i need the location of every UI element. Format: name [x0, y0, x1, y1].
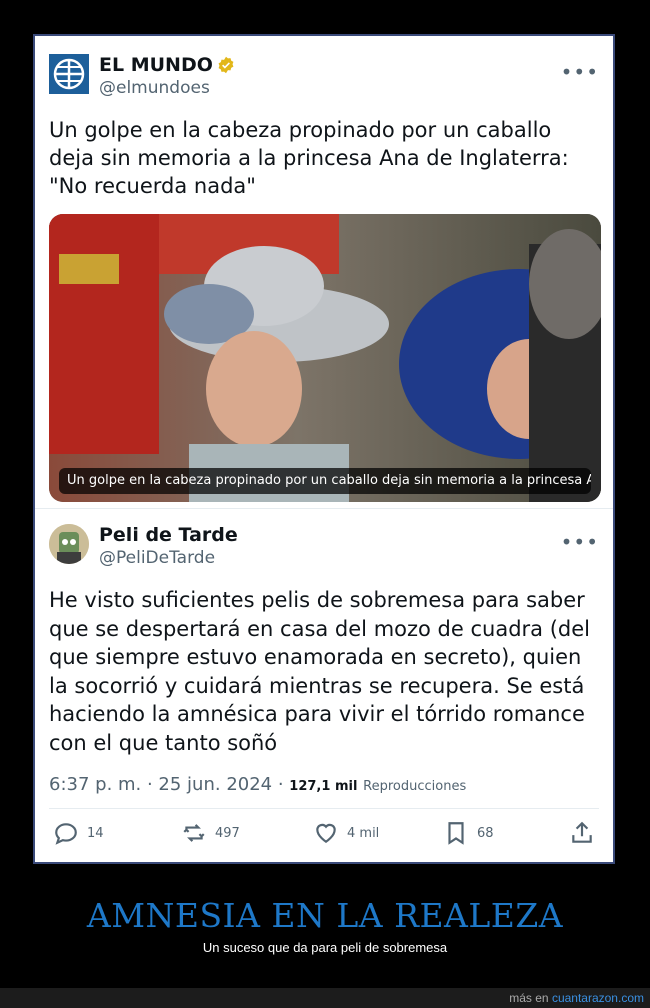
like-count: 4 mil	[347, 825, 380, 841]
timestamp[interactable]: 6:37 p. m. · 25 jun. 2024 ·	[49, 774, 289, 795]
tweet2-header: Peli de Tarde @PeliDeTarde •••	[49, 524, 599, 568]
retweet-icon	[183, 824, 205, 842]
meme-title: AMNESIA EN LA REALEZA	[86, 896, 564, 935]
views-count: 127,1 mil	[289, 779, 358, 794]
more-options-icon[interactable]: •••	[561, 60, 599, 84]
footer-text: más en cuantarazon.com	[509, 991, 644, 1005]
tweet-metadata: 6:37 p. m. · 25 jun. 2024 · 127,1 mil Re…	[49, 774, 466, 795]
tweet-actions: 14 497 4 mil 68	[49, 818, 599, 848]
actions-divider	[49, 808, 599, 809]
tweet1-text: Un golpe en la cabeza propinado por un c…	[49, 118, 569, 198]
reply-button[interactable]: 14	[53, 818, 104, 848]
site-link[interactable]: cuantarazon.com	[552, 991, 644, 1005]
more-options-icon[interactable]: •••	[561, 530, 599, 554]
views-label: Reproducciones	[363, 779, 467, 794]
bookmark-button[interactable]: 68	[443, 818, 494, 848]
bookmark-icon	[448, 822, 464, 845]
meme-subtitle: Un suceso que da para peli de sobremesa	[202, 940, 448, 955]
tweet2-author-name[interactable]: Peli de Tarde	[99, 524, 238, 546]
like-button[interactable]: 4 mil	[313, 818, 379, 848]
cartoon-avatar-icon	[49, 524, 89, 564]
tweet-divider	[35, 508, 613, 509]
tweet1-media-image[interactable]: Un golpe en la cabeza propinado por un c…	[49, 214, 601, 502]
retweet-count: 497	[215, 825, 240, 841]
footer-bar: más en cuantarazon.com	[0, 988, 650, 1008]
share-icon	[572, 821, 592, 843]
retweet-button[interactable]: 497	[181, 818, 240, 848]
footer-prefix: más en	[509, 991, 552, 1005]
peli-avatar[interactable]	[49, 524, 89, 564]
media-caption: Un golpe en la cabeza propinado por un c…	[59, 468, 591, 494]
elmundo-avatar[interactable]	[49, 54, 89, 94]
tweet1-header: EL MUNDO @elmundoes •••	[49, 54, 599, 98]
like-icon	[316, 823, 336, 843]
tweet1-author-name[interactable]: EL MUNDO	[99, 54, 235, 76]
bookmark-count: 68	[477, 825, 494, 841]
share-button[interactable]	[569, 818, 595, 848]
princess-photo	[49, 214, 601, 502]
author-name-text: EL MUNDO	[99, 54, 213, 76]
reply-count: 14	[87, 825, 104, 841]
tweet-card: EL MUNDO @elmundoes ••• Un golpe en la c…	[33, 34, 615, 864]
globe-logo-icon	[49, 54, 89, 94]
tweet1-handle[interactable]: @elmundoes	[99, 78, 210, 98]
verified-badge-icon	[218, 56, 234, 74]
tweet2-text: He visto suficientes pelis de sobremesa …	[49, 588, 590, 755]
tweet2-handle[interactable]: @PeliDeTarde	[99, 548, 215, 568]
reply-icon	[55, 823, 77, 845]
